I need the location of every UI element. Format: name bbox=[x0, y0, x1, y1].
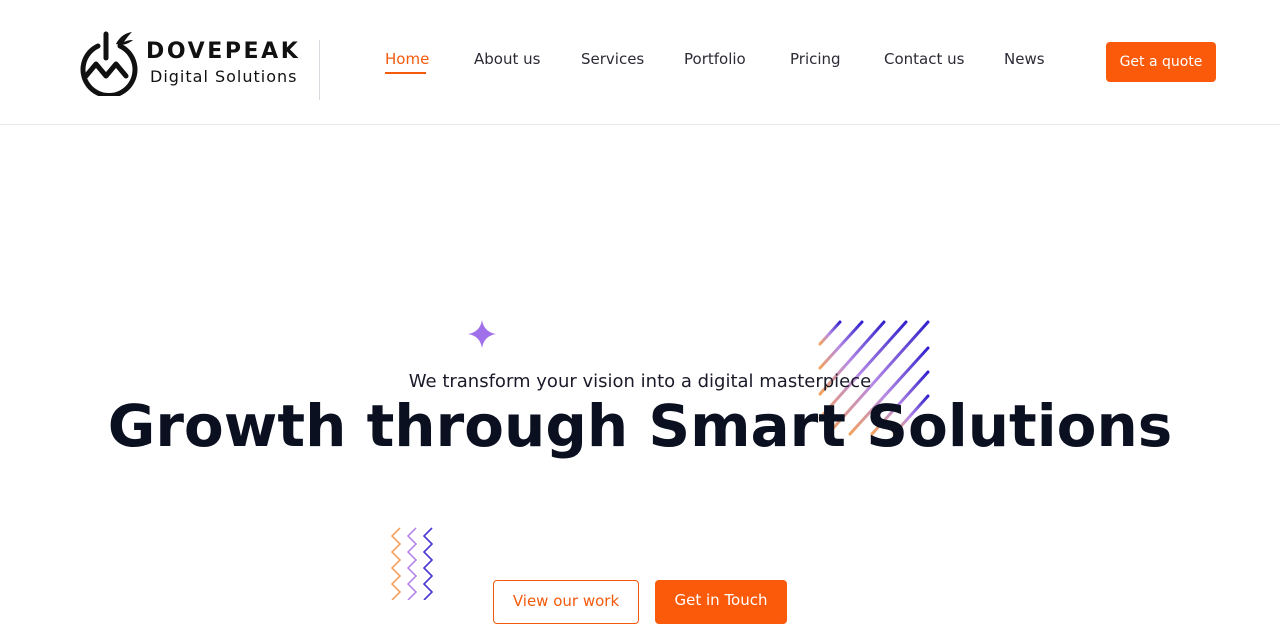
view-our-work-button[interactable]: View our work bbox=[493, 580, 639, 624]
nav-item-contact-us[interactable]: Contact us bbox=[884, 49, 964, 69]
nav-item-news[interactable]: News bbox=[1004, 49, 1045, 69]
nav-item-pricing[interactable]: Pricing bbox=[790, 49, 841, 69]
get-a-quote-button[interactable]: Get a quote bbox=[1106, 42, 1216, 82]
nav-item-about-us[interactable]: About us bbox=[474, 49, 540, 69]
four-point-star-icon bbox=[442, 294, 522, 374]
main-nav: Home About us Services Portfolio Pricing… bbox=[0, 0, 1280, 125]
hero-title: Growth through Smart Solutions bbox=[107, 392, 1173, 460]
nav-item-services[interactable]: Services bbox=[581, 49, 644, 69]
nav-active-underline bbox=[385, 72, 426, 74]
nav-item-portfolio[interactable]: Portfolio bbox=[684, 49, 746, 69]
site-header: DOVEPEAK Digital Solutions Home About us… bbox=[0, 0, 1280, 125]
nav-item-home[interactable]: Home bbox=[385, 49, 429, 69]
zigzag-lines-icon bbox=[390, 527, 434, 600]
hero-tagline: We transform your vision into a digital … bbox=[408, 371, 872, 392]
get-in-touch-button[interactable]: Get in Touch bbox=[655, 580, 787, 624]
